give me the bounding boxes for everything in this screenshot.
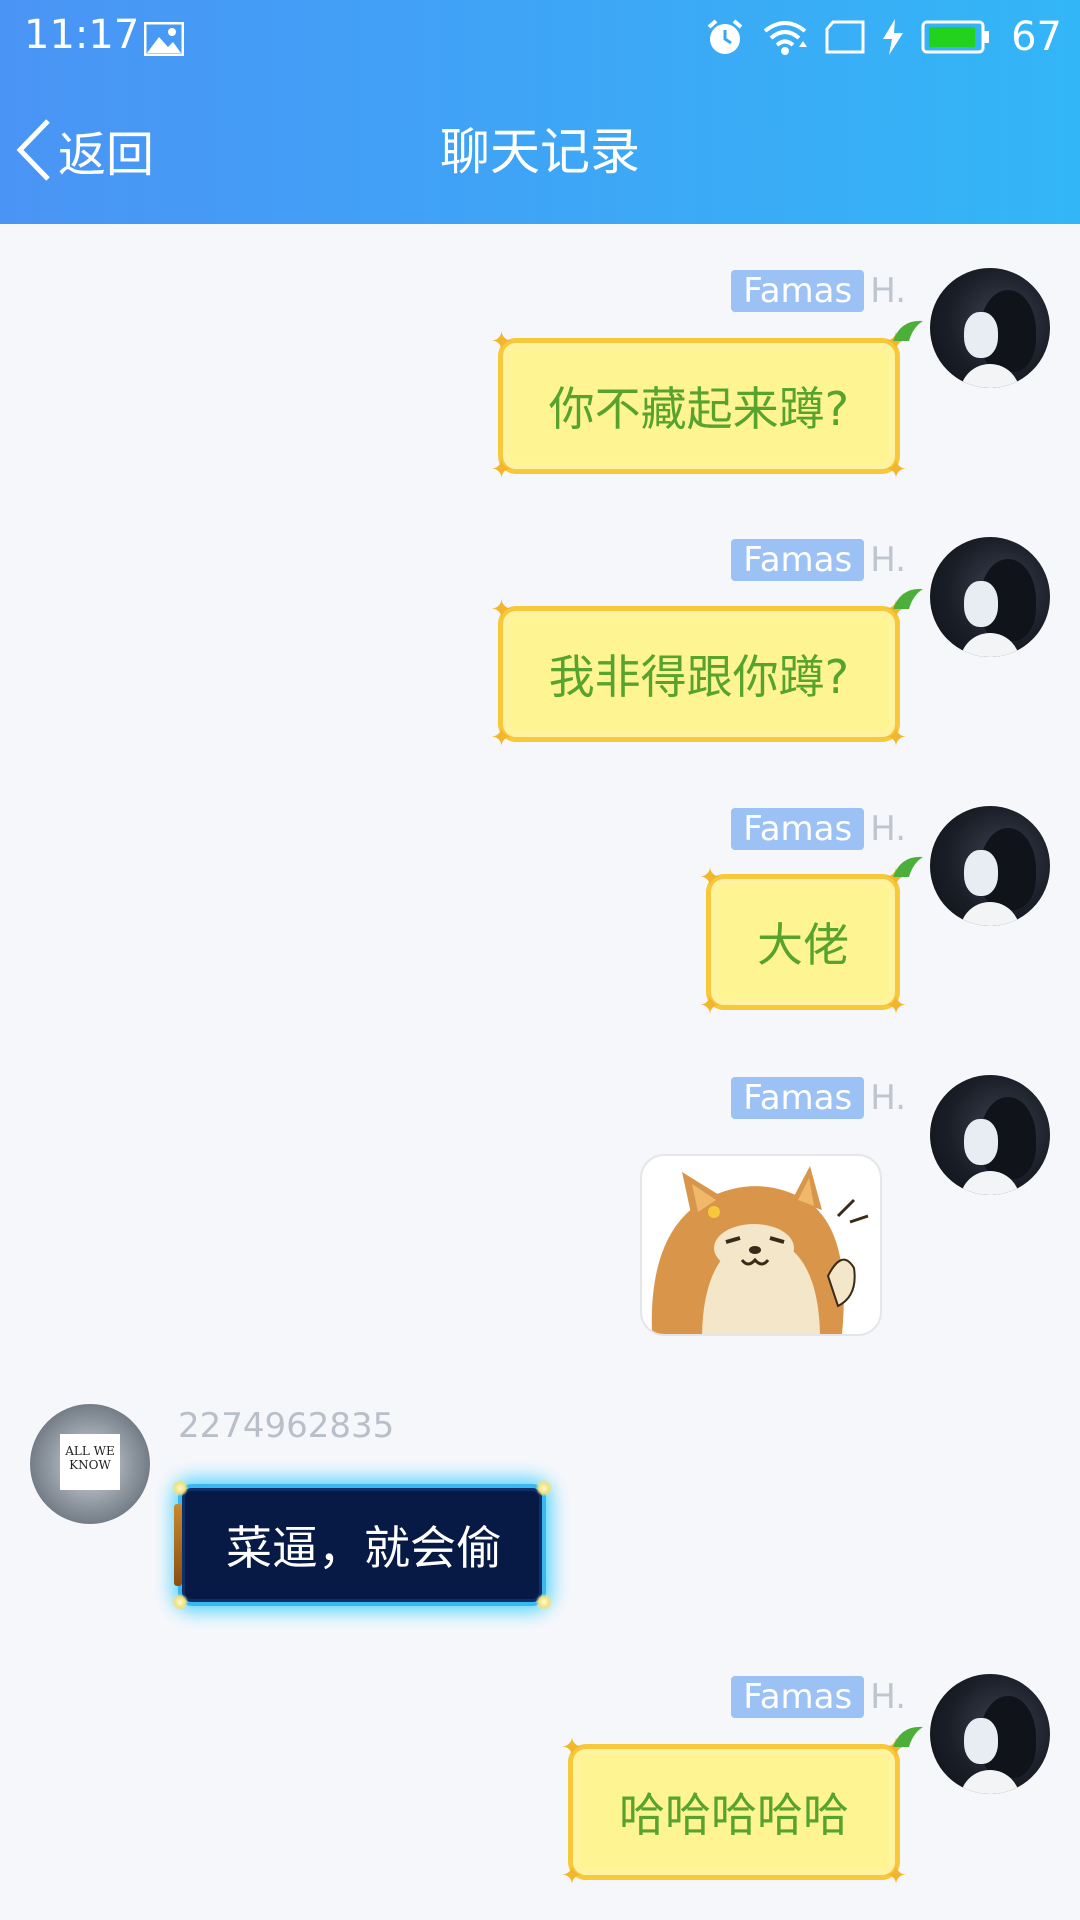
star-corner-icon: ✦ [490,595,513,625]
star-corner-icon: ✦ [561,1861,583,1891]
page-title: 聊天记录 [440,123,640,181]
message-text: 我非得跟你蹲? [548,650,849,704]
star-corner-icon: ✦ [561,1733,583,1763]
star-corner-icon: ✦ [699,863,721,893]
sender-name: Famas [731,808,865,850]
sender-label: Famas H. [731,539,906,581]
avatar-face [964,1718,998,1764]
alarm-icon [707,19,743,54]
avatar-face [964,312,998,358]
sender-name: Famas [731,270,865,312]
image-icon [144,22,184,56]
shiba-dog-sticker[interactable] [640,1154,882,1336]
sender-suffix: H. [870,809,906,849]
shiba-dog-icon [651,1166,869,1334]
sender-id: 2274962835 [178,1406,395,1446]
star-corner-icon: ✦ [885,723,907,753]
star-corner-icon: ✦ [885,1861,907,1891]
message-text: 菜逼，就会偷 [226,1521,502,1575]
leaf-icon [893,1726,923,1747]
chat-history[interactable]: Famas H. 你不藏起来蹲? ✦ ✦ ✦ ✦ Famas H. 我非得跟你蹲… [0,224,1080,1920]
sender-suffix: H. [870,540,906,580]
sparkle-icon [536,1594,552,1610]
message-bubble[interactable]: 菜逼，就会偷 [172,1480,552,1610]
star-corner-icon: ✦ [490,327,513,357]
battery-level: 67 [1011,14,1062,60]
sparkle-icon [536,1480,552,1496]
status-time: 11:17 [24,12,140,58]
status-bar: 11:17 67 [0,0,1080,78]
sender-label: Famas H. [731,270,906,312]
message-bubble[interactable]: 我非得跟你蹲? ✦ ✦ ✦ ✦ [491,588,923,751]
star-corner-icon: ✦ [885,991,907,1021]
message-text: 哈哈哈哈哈 [619,1788,849,1842]
avatar-face [964,581,998,627]
message-bubble[interactable]: 哈哈哈哈哈 ✦ ✦ ✦ ✦ [561,1726,923,1889]
bubble-decoration [174,1504,182,1586]
sparkle-icon [172,1480,188,1496]
avatar-face [964,1119,998,1165]
message-text: 你不藏起来蹲? [548,382,849,436]
avatar[interactable] [930,268,1050,388]
avatar[interactable] [930,806,1050,926]
avatar-face [964,850,998,896]
sender-name: Famas [731,1676,865,1718]
sender-suffix: H. [870,1677,906,1717]
star-corner-icon: ✦ [885,455,907,485]
message-bubble[interactable]: 大佬 ✦ ✦ ✦ ✦ [699,856,923,1019]
avatar[interactable] [930,1075,1050,1195]
sender-name: Famas [731,539,865,581]
sim-card-icon [825,20,865,54]
status-icons: 67 [705,12,1062,62]
charging-icon [883,19,904,55]
star-corner-icon: ✦ [490,723,513,753]
sparkle-icon [172,1594,188,1610]
star-corner-icon: ✦ [699,991,721,1021]
leaf-icon [893,856,923,877]
leaf-icon [893,588,923,609]
sender-suffix: H. [870,1078,906,1118]
wifi-icon [763,21,808,55]
battery-icon [921,20,990,54]
avatar[interactable] [930,537,1050,657]
leaf-icon [893,320,923,341]
sender-label: Famas H. [731,1676,906,1718]
top-header: 11:17 67 返回 聊天记录 [0,0,1080,224]
message-text: 大佬 [757,918,849,972]
sender-label: Famas H. [731,1077,906,1119]
message-bubble[interactable]: 你不藏起来蹲? ✦ ✦ ✦ ✦ [491,320,923,483]
avatar[interactable]: ALL WE KNOW [30,1404,150,1524]
avatar[interactable] [930,1674,1050,1794]
star-corner-icon: ✦ [490,455,513,485]
sender-suffix: H. [870,271,906,311]
avatar-album-art: ALL WE KNOW [60,1434,120,1490]
sender-label: Famas H. [731,808,906,850]
sender-name: Famas [731,1077,865,1119]
